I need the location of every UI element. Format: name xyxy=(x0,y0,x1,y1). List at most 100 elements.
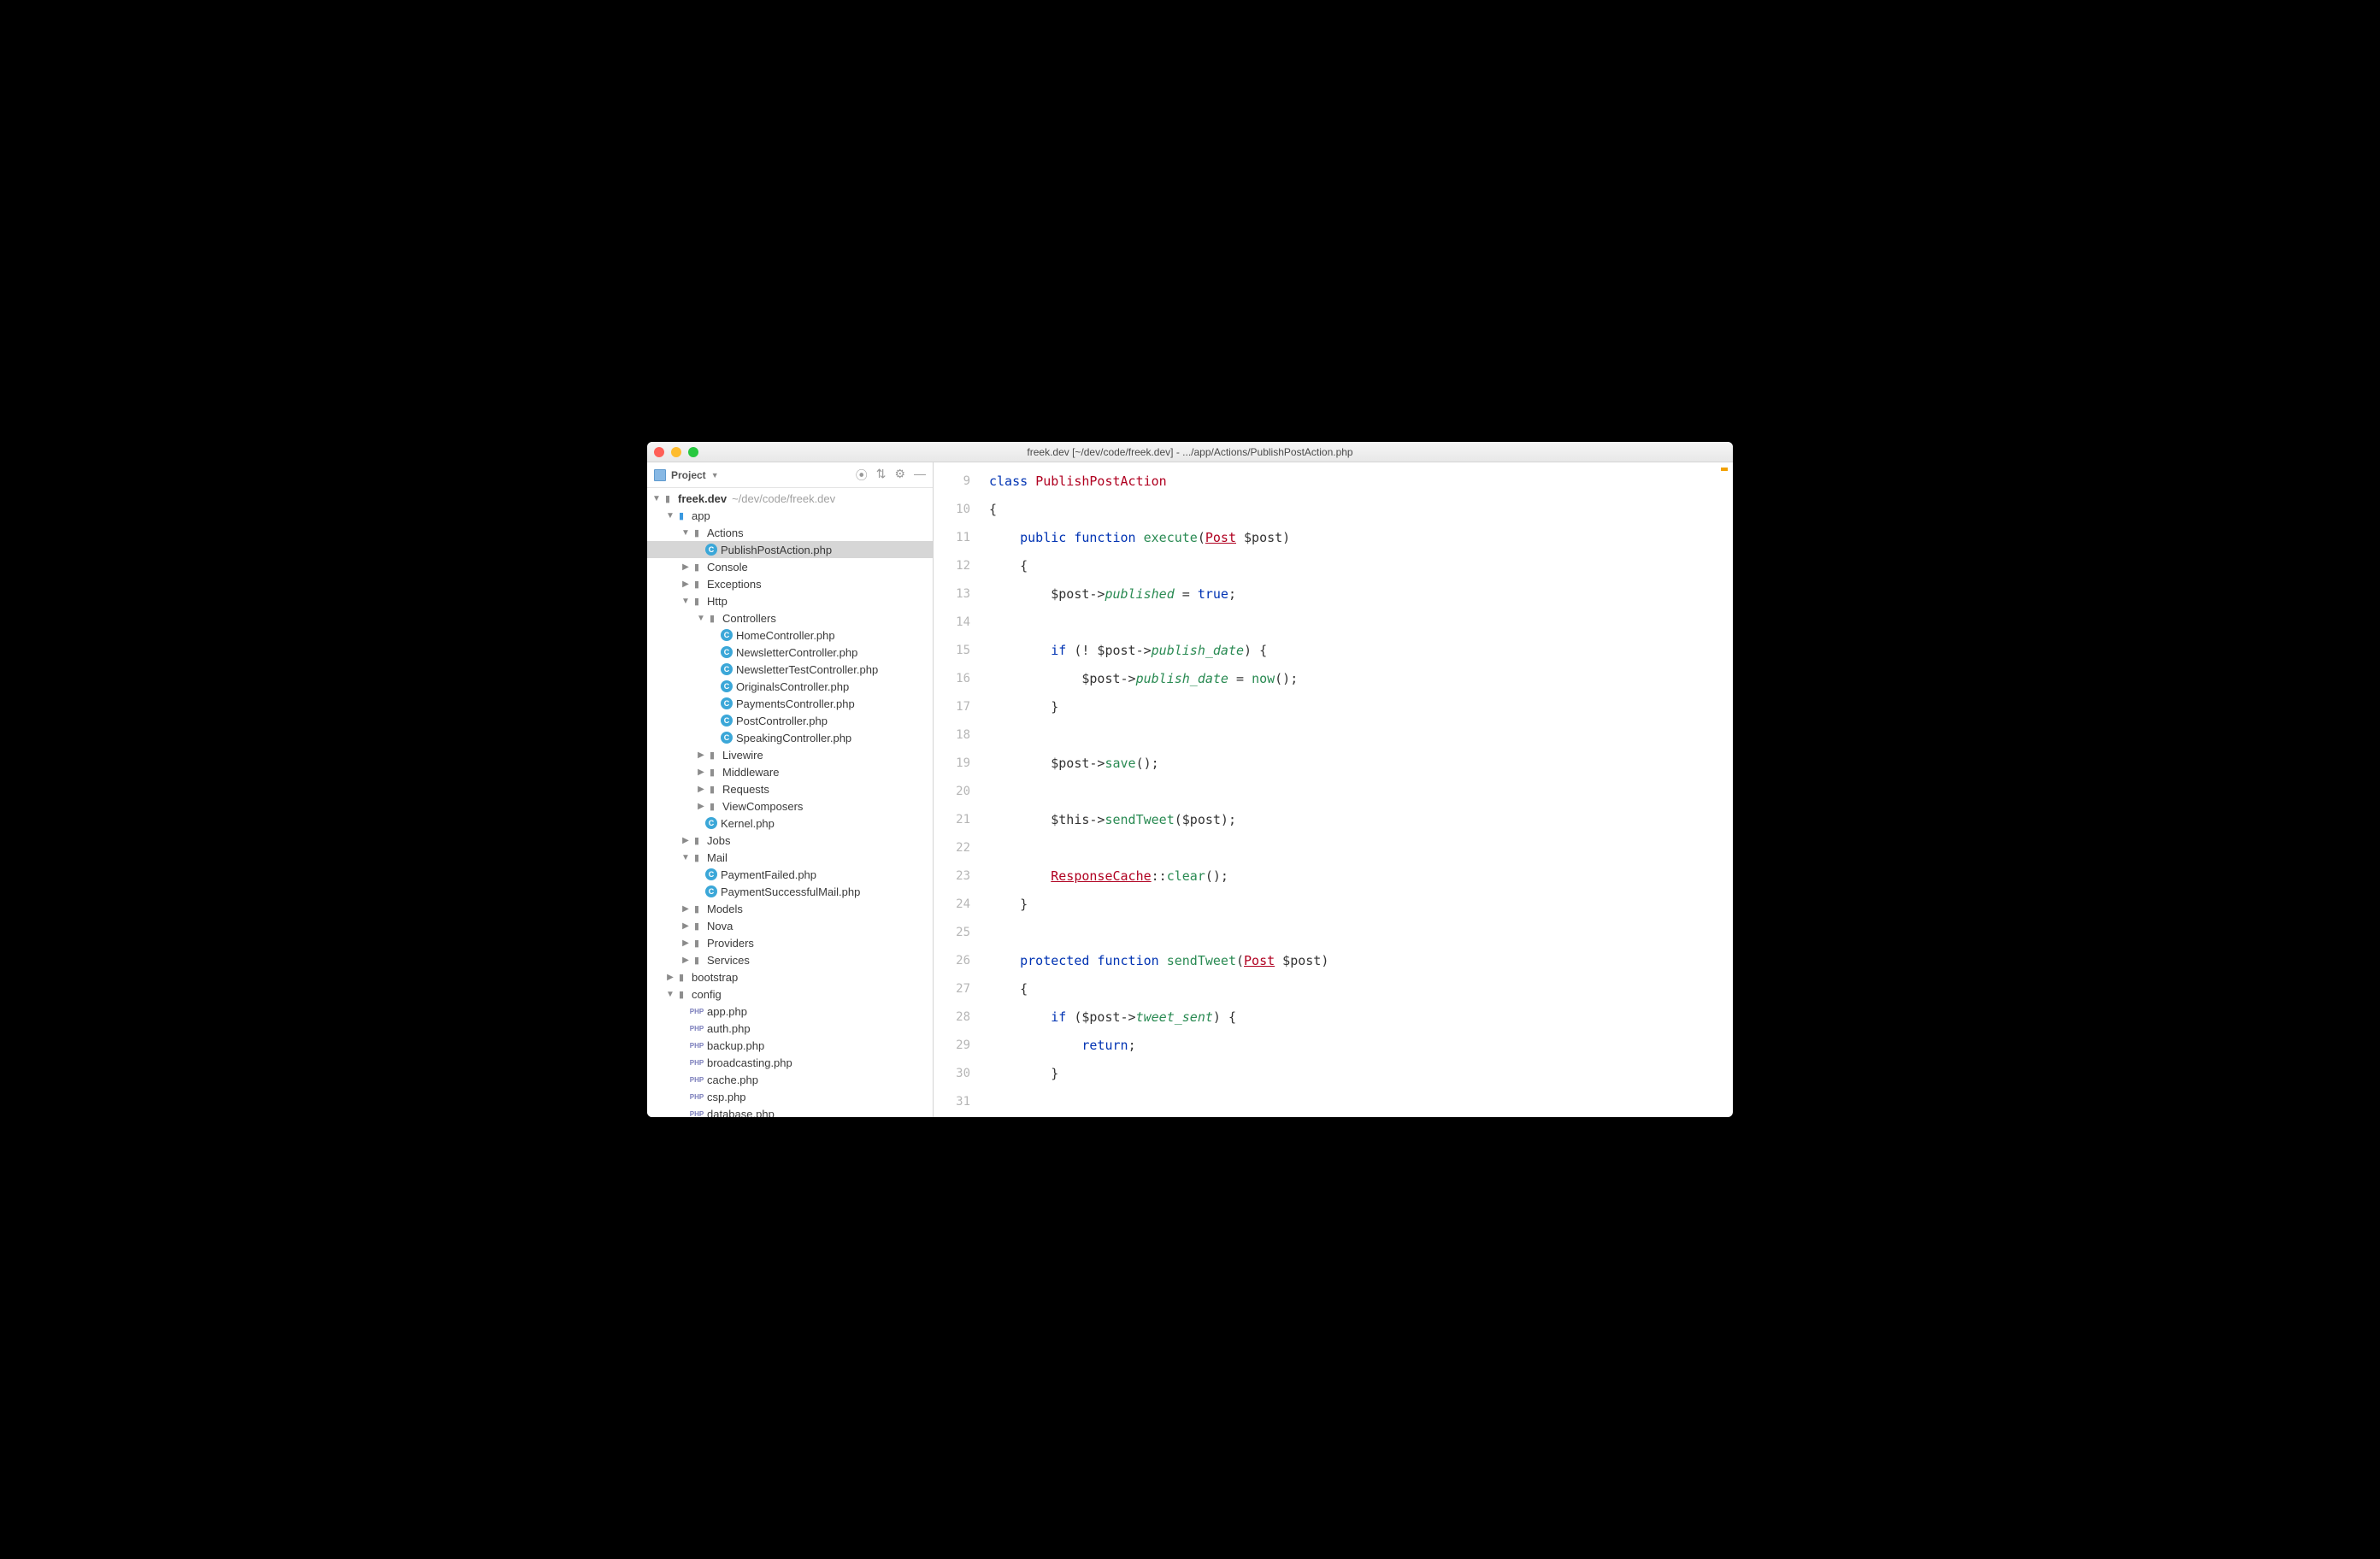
tree-node[interactable]: PHPapp.php xyxy=(647,1003,933,1020)
code-line[interactable]: } xyxy=(989,693,1733,721)
tree-node[interactable]: CPostController.php xyxy=(647,712,933,729)
tree-node[interactable]: ▼▮Mail xyxy=(647,849,933,866)
code-line[interactable]: ResponseCache::clear(); xyxy=(989,862,1733,891)
code-line[interactable]: class PublishPostAction xyxy=(989,468,1733,496)
chevron-right-icon[interactable]: ▶ xyxy=(697,785,705,794)
project-tree[interactable]: ▼▮freek.dev~/dev/code/freek.dev▼▮app▼▮Ac… xyxy=(647,488,933,1117)
tree-node[interactable]: ▶▮bootstrap xyxy=(647,968,933,985)
code-line[interactable] xyxy=(989,721,1733,750)
tree-node[interactable]: CHomeController.php xyxy=(647,627,933,644)
tree-node[interactable]: ▶▮Console xyxy=(647,558,933,575)
tree-node[interactable]: PHPcache.php xyxy=(647,1071,933,1088)
code-line[interactable] xyxy=(989,1088,1733,1116)
chevron-right-icon[interactable]: ▶ xyxy=(697,802,705,811)
chevron-down-icon[interactable]: ▼ xyxy=(666,511,675,521)
code-line[interactable] xyxy=(989,834,1733,862)
code-line[interactable] xyxy=(989,778,1733,806)
folder-icon: ▮ xyxy=(675,509,688,522)
tree-node[interactable]: COriginalsController.php xyxy=(647,678,933,695)
tree-node[interactable]: CNewsletterTestController.php xyxy=(647,661,933,678)
chevron-right-icon[interactable]: ▶ xyxy=(681,904,690,914)
locate-icon[interactable]: ⦿ xyxy=(856,467,868,484)
tree-node[interactable]: CPaymentFailed.php xyxy=(647,866,933,883)
tree-node[interactable]: ▶▮Jobs xyxy=(647,832,933,849)
code-line[interactable]: { xyxy=(989,975,1733,1003)
minimize-icon[interactable] xyxy=(671,447,681,457)
chevron-right-icon[interactable]: ▶ xyxy=(666,973,675,982)
chevron-right-icon[interactable]: ▶ xyxy=(681,921,690,931)
tree-node[interactable]: CSpeakingController.php xyxy=(647,729,933,746)
code-line[interactable]: { xyxy=(989,552,1733,580)
warning-marker[interactable] xyxy=(1721,468,1728,471)
tree-node[interactable]: CPaymentSuccessfulMail.php xyxy=(647,883,933,900)
chevron-right-icon[interactable]: ▶ xyxy=(681,562,690,572)
tree-node[interactable]: ▶▮Nova xyxy=(647,917,933,934)
code-line[interactable]: $post->save(); xyxy=(989,750,1733,778)
code-line[interactable] xyxy=(989,919,1733,947)
project-tab[interactable]: Project ▼ xyxy=(654,469,719,481)
close-icon[interactable] xyxy=(654,447,664,457)
code-line[interactable]: { xyxy=(989,496,1733,524)
code-line[interactable]: public function execute(Post $post) xyxy=(989,524,1733,552)
tree-node[interactable]: ▼▮config xyxy=(647,985,933,1003)
tree-node[interactable]: PHPbroadcasting.php xyxy=(647,1054,933,1071)
chevron-right-icon[interactable]: ▶ xyxy=(697,750,705,760)
code-line[interactable]: $this->sendTweet($post); xyxy=(989,806,1733,834)
tree-node[interactable]: CKernel.php xyxy=(647,815,933,832)
tree-root[interactable]: ▼▮freek.dev~/dev/code/freek.dev xyxy=(647,490,933,507)
tree-node[interactable]: ▶▮Services xyxy=(647,951,933,968)
tree-node[interactable]: ▶▮Middleware xyxy=(647,763,933,780)
tree-node[interactable]: ▼▮app xyxy=(647,507,933,524)
code-editor[interactable]: class PublishPostAction{ public function… xyxy=(981,462,1733,1117)
tree-node[interactable]: CPaymentsController.php xyxy=(647,695,933,712)
chevron-right-icon[interactable]: ▶ xyxy=(681,956,690,965)
chevron-right-icon[interactable]: ▶ xyxy=(697,768,705,777)
tree-node[interactable]: CNewsletterController.php xyxy=(647,644,933,661)
maximize-icon[interactable] xyxy=(688,447,698,457)
code-line[interactable]: $post->publish_date = now(); xyxy=(989,665,1733,693)
tree-node[interactable]: PHPdatabase.php xyxy=(647,1105,933,1117)
folder-icon: ▮ xyxy=(675,970,688,984)
tree-node[interactable]: ▶▮Exceptions xyxy=(647,575,933,592)
folder-icon: ▮ xyxy=(690,902,704,915)
tree-node[interactable]: ▶▮Providers xyxy=(647,934,933,951)
line-number: 24 xyxy=(934,891,970,919)
gear-icon[interactable]: ⚙ xyxy=(894,467,905,484)
chevron-right-icon[interactable]: ▶ xyxy=(681,579,690,589)
tree-node[interactable]: CPublishPostAction.php xyxy=(647,541,933,558)
chevron-right-icon[interactable]: ▶ xyxy=(681,836,690,845)
settings-icon[interactable]: ⇅ xyxy=(876,467,887,484)
chevron-down-icon[interactable]: ▼ xyxy=(681,853,690,862)
tree-node-label: HomeController.php xyxy=(736,629,835,642)
tree-node[interactable]: ▶▮Models xyxy=(647,900,933,917)
code-line[interactable]: } xyxy=(989,891,1733,919)
chevron-right-icon[interactable]: ▶ xyxy=(681,938,690,948)
tree-node[interactable]: ▼▮Http xyxy=(647,592,933,609)
code-line[interactable]: } xyxy=(989,1060,1733,1088)
tree-node[interactable]: ▶▮ViewComposers xyxy=(647,797,933,815)
tree-node[interactable]: PHPcsp.php xyxy=(647,1088,933,1105)
collapse-icon[interactable]: — xyxy=(914,467,926,484)
chevron-down-icon[interactable]: ▼ xyxy=(666,990,675,999)
php-icon: PHP xyxy=(690,1090,704,1103)
tree-node-label: Actions xyxy=(707,527,744,539)
titlebar[interactable]: freek.dev [~/dev/code/freek.dev] - .../a… xyxy=(647,442,1733,462)
tree-node[interactable]: PHPauth.php xyxy=(647,1020,933,1037)
tree-node-label: Providers xyxy=(707,937,754,950)
tree-node[interactable]: ▶▮Livewire xyxy=(647,746,933,763)
tree-node[interactable]: ▼▮Actions xyxy=(647,524,933,541)
folder-icon: ▮ xyxy=(675,987,688,1001)
chevron-down-icon[interactable]: ▼ xyxy=(697,614,705,623)
code-line[interactable]: $post->published = true; xyxy=(989,580,1733,609)
code-line[interactable]: if (! $post->publish_date) { xyxy=(989,637,1733,665)
code-line[interactable]: if ($post->tweet_sent) { xyxy=(989,1003,1733,1032)
chevron-down-icon[interactable]: ▼ xyxy=(681,597,690,606)
tree-node[interactable]: ▶▮Requests xyxy=(647,780,933,797)
code-line[interactable]: protected function sendTweet(Post $post) xyxy=(989,947,1733,975)
code-line[interactable]: return; xyxy=(989,1032,1733,1060)
tree-node[interactable]: ▼▮Controllers xyxy=(647,609,933,627)
class-icon: C xyxy=(721,629,733,641)
chevron-down-icon[interactable]: ▼ xyxy=(681,528,690,538)
tree-node[interactable]: PHPbackup.php xyxy=(647,1037,933,1054)
code-line[interactable] xyxy=(989,609,1733,637)
